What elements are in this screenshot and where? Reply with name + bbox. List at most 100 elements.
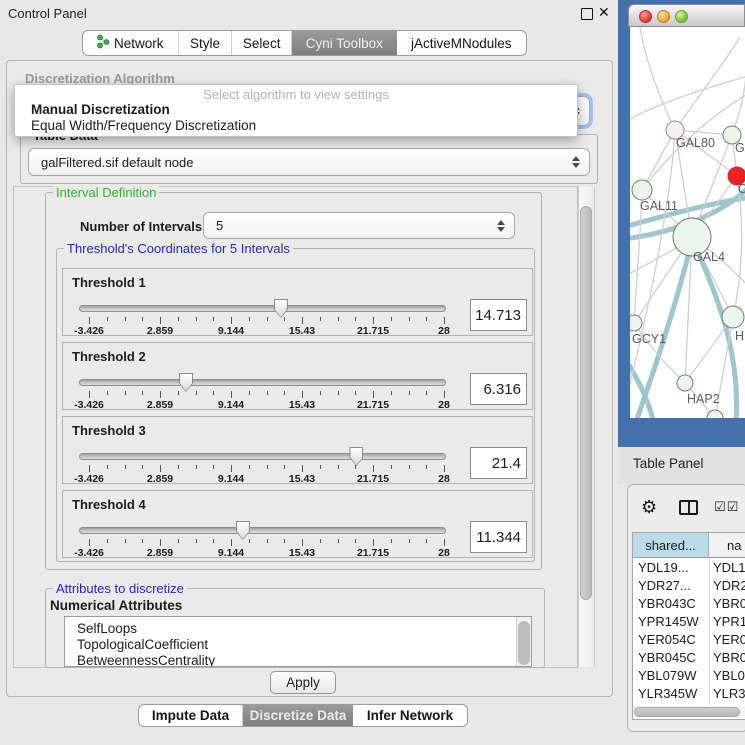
slider-tick (142, 465, 143, 469)
threshold-value-field[interactable]: 11.344 (470, 521, 527, 553)
table-data-combobox[interactable]: galFiltered.sif default node (28, 148, 590, 176)
tab-cyni-toolbox[interactable]: Cyni Toolbox (292, 31, 397, 55)
cell-shared-name: YPR145W (638, 614, 699, 629)
table-row[interactable]: YLR345WYLR3 (633, 684, 745, 702)
cell-name: YER0 (713, 632, 745, 647)
slider-tick (196, 391, 197, 395)
tab-infer-network[interactable]: Infer Network (353, 705, 467, 726)
table-row[interactable]: YBR045CYBR0 (633, 648, 745, 666)
algorithm-option-equal-width[interactable]: Equal Width/Frequency Discretization (18, 118, 574, 133)
slider-tick-label: 28 (438, 399, 450, 411)
slider-tick (426, 317, 427, 321)
table-data-selected-value: galFiltered.sif default node (29, 155, 193, 170)
table-row[interactable]: YDL19...YDL1 (633, 558, 745, 576)
slider-track[interactable] (79, 453, 446, 460)
slider-tick (284, 391, 285, 395)
attributes-scrollbar-thumb[interactable] (518, 621, 530, 665)
slider-tick (196, 465, 197, 469)
table-row[interactable]: YDR27...YDR2 (633, 576, 745, 594)
network-node-label: GAL11 (640, 199, 678, 213)
tab-discretize-data[interactable]: Discretize Data (243, 705, 353, 726)
tab-style[interactable]: Style (179, 31, 233, 55)
attribute-list-item[interactable]: BetweennessCentrality (77, 653, 215, 667)
minimize-traffic-light-icon[interactable] (657, 10, 670, 23)
tab-network[interactable]: Network (83, 31, 179, 55)
slider-tick-label: 9.144 (218, 547, 244, 559)
slider-tick (107, 317, 108, 321)
network-node-gcy1[interactable] (630, 315, 642, 331)
tab-select[interactable]: Select (232, 31, 292, 55)
table-row[interactable]: YER054CYER0 (633, 630, 745, 648)
slider-tick (320, 391, 321, 395)
number-of-intervals-combobox[interactable]: 5 (203, 212, 515, 239)
slider-tick (107, 465, 108, 469)
slider-track[interactable] (79, 379, 446, 386)
close-icon[interactable]: ✕ (598, 4, 610, 21)
slider-tick-label: -3.426 (74, 473, 104, 485)
threshold-row-3: Threshold 3-3.4262.8599.14415.4321.71528… (62, 416, 533, 484)
network-icon (97, 34, 109, 52)
network-node-hap2[interactable] (677, 375, 693, 391)
cell-name: YLR3 (713, 686, 745, 701)
network-node-h[interactable] (722, 306, 744, 328)
table-row[interactable]: YIL052CYIL0 (633, 702, 745, 705)
split-columns-icon[interactable] (679, 500, 698, 515)
column-checkboxes-icon[interactable]: ☑☑ (714, 499, 739, 515)
network-edge[interactable] (675, 37, 740, 130)
close-traffic-light-icon[interactable] (639, 10, 652, 23)
table-row[interactable]: YBL079WYBL0 (633, 666, 745, 684)
slider-track[interactable] (79, 305, 446, 312)
network-canvas[interactable]: GAL80GACGAL11GAL4HGCY1HAP2 (630, 27, 745, 418)
network-node-label: C (738, 182, 745, 196)
column-header-name[interactable]: na (709, 533, 745, 558)
slider-tick (302, 317, 303, 324)
threshold-label: Threshold 4 (72, 497, 146, 512)
network-window-titlebar[interactable] (628, 4, 745, 27)
table-hscrollbar-thumb[interactable] (634, 707, 740, 717)
slider-tick (125, 317, 126, 321)
table-row[interactable]: YPR145WYPR1 (633, 612, 745, 630)
slider-tick (444, 391, 445, 398)
attribute-list-item[interactable]: TopologicalCoefficient (77, 637, 208, 653)
slider-tick (213, 317, 214, 321)
gear-icon[interactable]: ⚙ (641, 497, 657, 518)
slider-tick (89, 317, 90, 324)
tab-jactivemnodules[interactable]: jActiveMNodules (397, 31, 526, 55)
slider-tick (196, 317, 197, 321)
table-panel-title: Table Panel (633, 456, 704, 471)
apply-button[interactable]: Apply (270, 671, 336, 694)
slider-thumb[interactable] (349, 447, 363, 466)
threshold-value-field[interactable]: 14.713 (470, 299, 527, 331)
column-header-shared-name[interactable]: shared... (633, 533, 709, 558)
network-node-gal11[interactable] (632, 180, 652, 200)
slider-thumb[interactable] (274, 299, 288, 318)
slider-tick (320, 465, 321, 469)
slider-tick (338, 539, 339, 543)
slider-tick (178, 465, 179, 469)
tab-impute-data[interactable]: Impute Data (139, 705, 243, 726)
numerical-attributes-list[interactable]: SelfLoopsTopologicalCoefficientBetweenne… (64, 616, 532, 667)
settings-scrollbar-thumb[interactable] (580, 206, 592, 600)
network-edge[interactable] (640, 27, 675, 130)
slider-tick-label: 2.859 (147, 399, 173, 411)
threshold-value-field[interactable]: 6.316 (470, 373, 527, 405)
network-edge[interactable] (685, 317, 733, 383)
float-window-icon[interactable] (581, 8, 593, 20)
threshold-value-field[interactable]: 21.4 (470, 447, 527, 479)
zoom-traffic-light-icon[interactable] (675, 10, 688, 23)
slider-thumb[interactable] (236, 521, 250, 540)
algorithm-option-manual[interactable]: Manual Discretization (18, 102, 574, 117)
slider-tick (320, 317, 321, 321)
attribute-list-item[interactable]: SelfLoops (77, 621, 137, 637)
threshold-label: Threshold 1 (72, 275, 146, 290)
slider-track[interactable] (79, 527, 446, 534)
slider-tick-label: 9.144 (218, 325, 244, 337)
network-edge[interactable] (732, 52, 745, 135)
slider-tick (373, 539, 374, 546)
network-edge[interactable] (630, 75, 745, 122)
slider-tick (249, 317, 250, 321)
slider-tick (391, 539, 392, 543)
table-row[interactable]: YBR043CYBR0 (633, 594, 745, 612)
slider-thumb[interactable] (179, 373, 193, 392)
slider-tick (267, 465, 268, 469)
